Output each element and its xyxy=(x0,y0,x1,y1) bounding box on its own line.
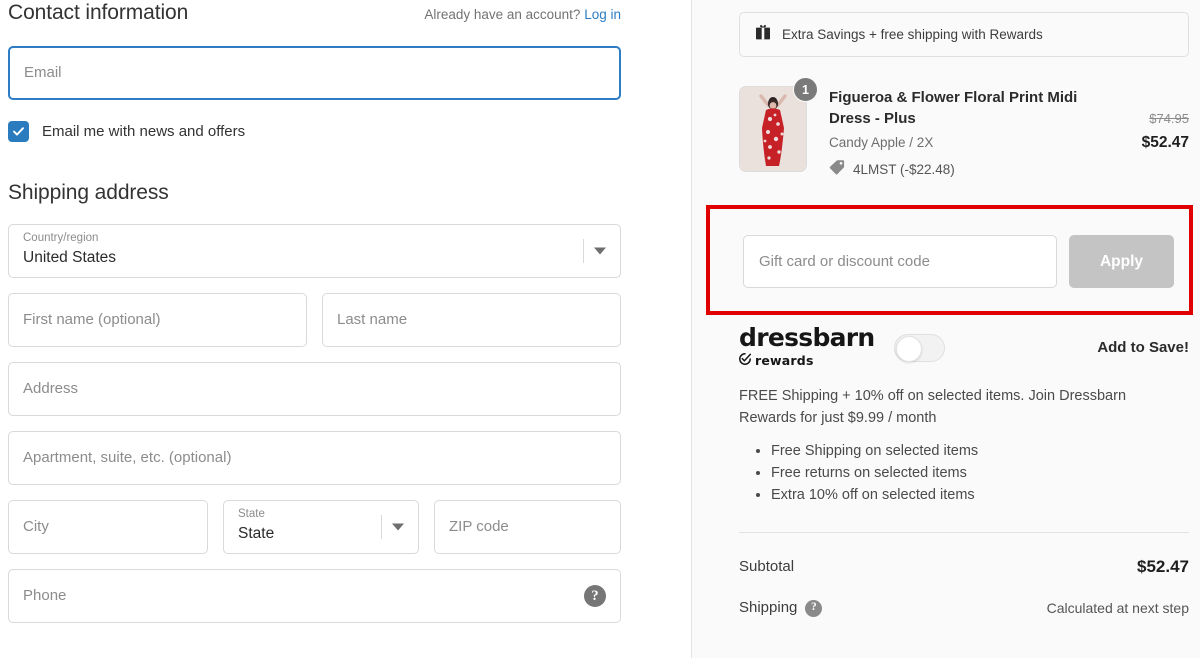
chevron-down-icon[interactable] xyxy=(594,247,606,255)
rewards-toggle[interactable] xyxy=(893,333,945,362)
state-select[interactable]: State State xyxy=(223,500,419,554)
state-value: State xyxy=(238,524,275,542)
address-placeholder: Address xyxy=(23,380,79,397)
subtotal-row: Subtotal $52.47 xyxy=(739,556,1189,578)
shipping-address-title: Shipping address xyxy=(8,181,169,204)
discount-code-input[interactable]: Gift card or discount code xyxy=(743,235,1057,288)
dressbarn-rewards-label: rewards xyxy=(755,353,814,368)
apply-button[interactable]: Apply xyxy=(1069,235,1174,288)
address-input[interactable]: Address xyxy=(8,362,621,416)
quantity-badge: 1 xyxy=(793,77,818,102)
help-icon[interactable]: ? xyxy=(584,585,606,607)
product-thumbnail-wrap: 1 xyxy=(739,77,818,172)
apartment-input[interactable]: Apartment, suite, etc. (optional) xyxy=(8,431,621,485)
first-name-input[interactable]: First name (optional) xyxy=(8,293,307,347)
first-name-placeholder: First name (optional) xyxy=(23,311,161,328)
product-original-price: $74.95 xyxy=(1149,111,1189,126)
chevron-down-icon[interactable] xyxy=(392,523,404,531)
login-prompt: Already have an account? Log in xyxy=(424,6,621,24)
product-details: Figueroa & Flower Floral Print Midi Dres… xyxy=(807,86,1111,180)
add-to-save-label[interactable]: Add to Save! xyxy=(1097,338,1189,358)
shipping-value: Calculated at next step xyxy=(1046,600,1189,616)
shipping-label: Shipping xyxy=(739,599,798,616)
email-input-placeholder: Email xyxy=(24,64,62,81)
shipping-row: Shipping ? Calculated at next step xyxy=(739,597,1189,619)
newsletter-checkbox-row[interactable]: Email me with news and offers xyxy=(8,121,621,142)
newsletter-label: Email me with news and offers xyxy=(42,122,246,140)
last-name-placeholder: Last name xyxy=(337,311,408,328)
checkmark-icon[interactable] xyxy=(8,121,29,142)
tag-icon xyxy=(829,159,845,180)
log-in-link[interactable]: Log in xyxy=(584,7,621,22)
subtotal-value: $52.47 xyxy=(1137,557,1189,576)
shipping-label-wrap: Shipping ? xyxy=(739,598,823,618)
email-input[interactable]: Email xyxy=(8,46,621,100)
totals-divider xyxy=(739,532,1189,533)
city-placeholder: City xyxy=(23,518,49,535)
list-item: Free returns on selected items xyxy=(771,462,1189,484)
discount-code-placeholder: Gift card or discount code xyxy=(759,253,930,270)
rewards-benefits-list: Free Shipping on selected items Free ret… xyxy=(739,440,1189,506)
contact-information-header: Contact information Already have an acco… xyxy=(8,0,621,26)
country-region-value: United States xyxy=(23,248,117,266)
name-row: First name (optional) Last name xyxy=(8,293,621,347)
list-item: Extra 10% off on selected items xyxy=(771,484,1189,506)
phone-placeholder: Phone xyxy=(23,587,67,604)
dressbarn-rewards-sub: rewards xyxy=(739,352,875,370)
dressbarn-logo: dressbarn rewards xyxy=(739,325,875,370)
product-discount-row: 4LMST (-$22.48) xyxy=(829,159,1111,180)
login-prompt-text: Already have an account? xyxy=(424,7,581,22)
product-discount-code: 4LMST (-$22.48) xyxy=(853,161,955,177)
discount-code-row: Gift card or discount code Apply xyxy=(710,209,1189,288)
country-region-label: Country/region xyxy=(23,232,99,244)
rewards-description: FREE Shipping + 10% off on selected item… xyxy=(739,388,1127,426)
product-variant: Candy Apple / 2X xyxy=(829,135,934,150)
column-divider xyxy=(691,0,692,658)
help-icon[interactable]: ? xyxy=(805,599,823,617)
rewards-banner: Extra Savings + free shipping with Rewar… xyxy=(739,12,1189,57)
select-divider xyxy=(381,515,382,539)
checkout-page: Contact information Already have an acco… xyxy=(0,0,1200,658)
order-summary-column: Extra Savings + free shipping with Rewar… xyxy=(691,0,1200,658)
rewards-toggle-knob[interactable] xyxy=(895,335,922,362)
select-divider xyxy=(583,239,584,263)
order-line-item: 1 Figueroa & Flower Floral Print Midi Dr… xyxy=(739,77,1189,180)
shipping-address-header: Shipping address xyxy=(8,180,621,206)
zip-code-input[interactable]: ZIP code xyxy=(434,500,621,554)
city-input[interactable]: City xyxy=(8,500,208,554)
gift-icon xyxy=(755,24,771,45)
apartment-placeholder: Apartment, suite, etc. (optional) xyxy=(23,449,232,466)
product-title: Figueroa & Flower Floral Print Midi Dres… xyxy=(829,89,1078,127)
rewards-banner-text: Extra Savings + free shipping with Rewar… xyxy=(782,26,1043,42)
zip-code-placeholder: ZIP code xyxy=(449,518,509,535)
checkout-form-column: Contact information Already have an acco… xyxy=(0,0,691,658)
phone-input[interactable]: Phone ? xyxy=(8,569,621,623)
list-item: Free Shipping on selected items xyxy=(771,440,1189,462)
subtotal-label: Subtotal xyxy=(739,558,795,575)
country-region-select[interactable]: Country/region United States xyxy=(8,224,621,278)
page-title: Contact information xyxy=(8,1,189,24)
product-prices: $74.95 $52.47 xyxy=(1111,86,1189,154)
check-badge-icon xyxy=(739,352,752,370)
city-state-zip-row: City State State ZIP code xyxy=(8,500,621,554)
dressbarn-rewards-block: dressbarn rewards Add to Save! FREE Ship… xyxy=(739,325,1189,506)
state-label: State xyxy=(238,508,265,520)
product-final-price: $52.47 xyxy=(1141,134,1189,151)
dressbarn-rewards-header: dressbarn rewards Add to Save! xyxy=(739,325,1189,370)
discount-code-highlight: Gift card or discount code Apply xyxy=(706,205,1193,315)
last-name-input[interactable]: Last name xyxy=(322,293,621,347)
dressbarn-logo-text: dressbarn xyxy=(739,323,875,352)
